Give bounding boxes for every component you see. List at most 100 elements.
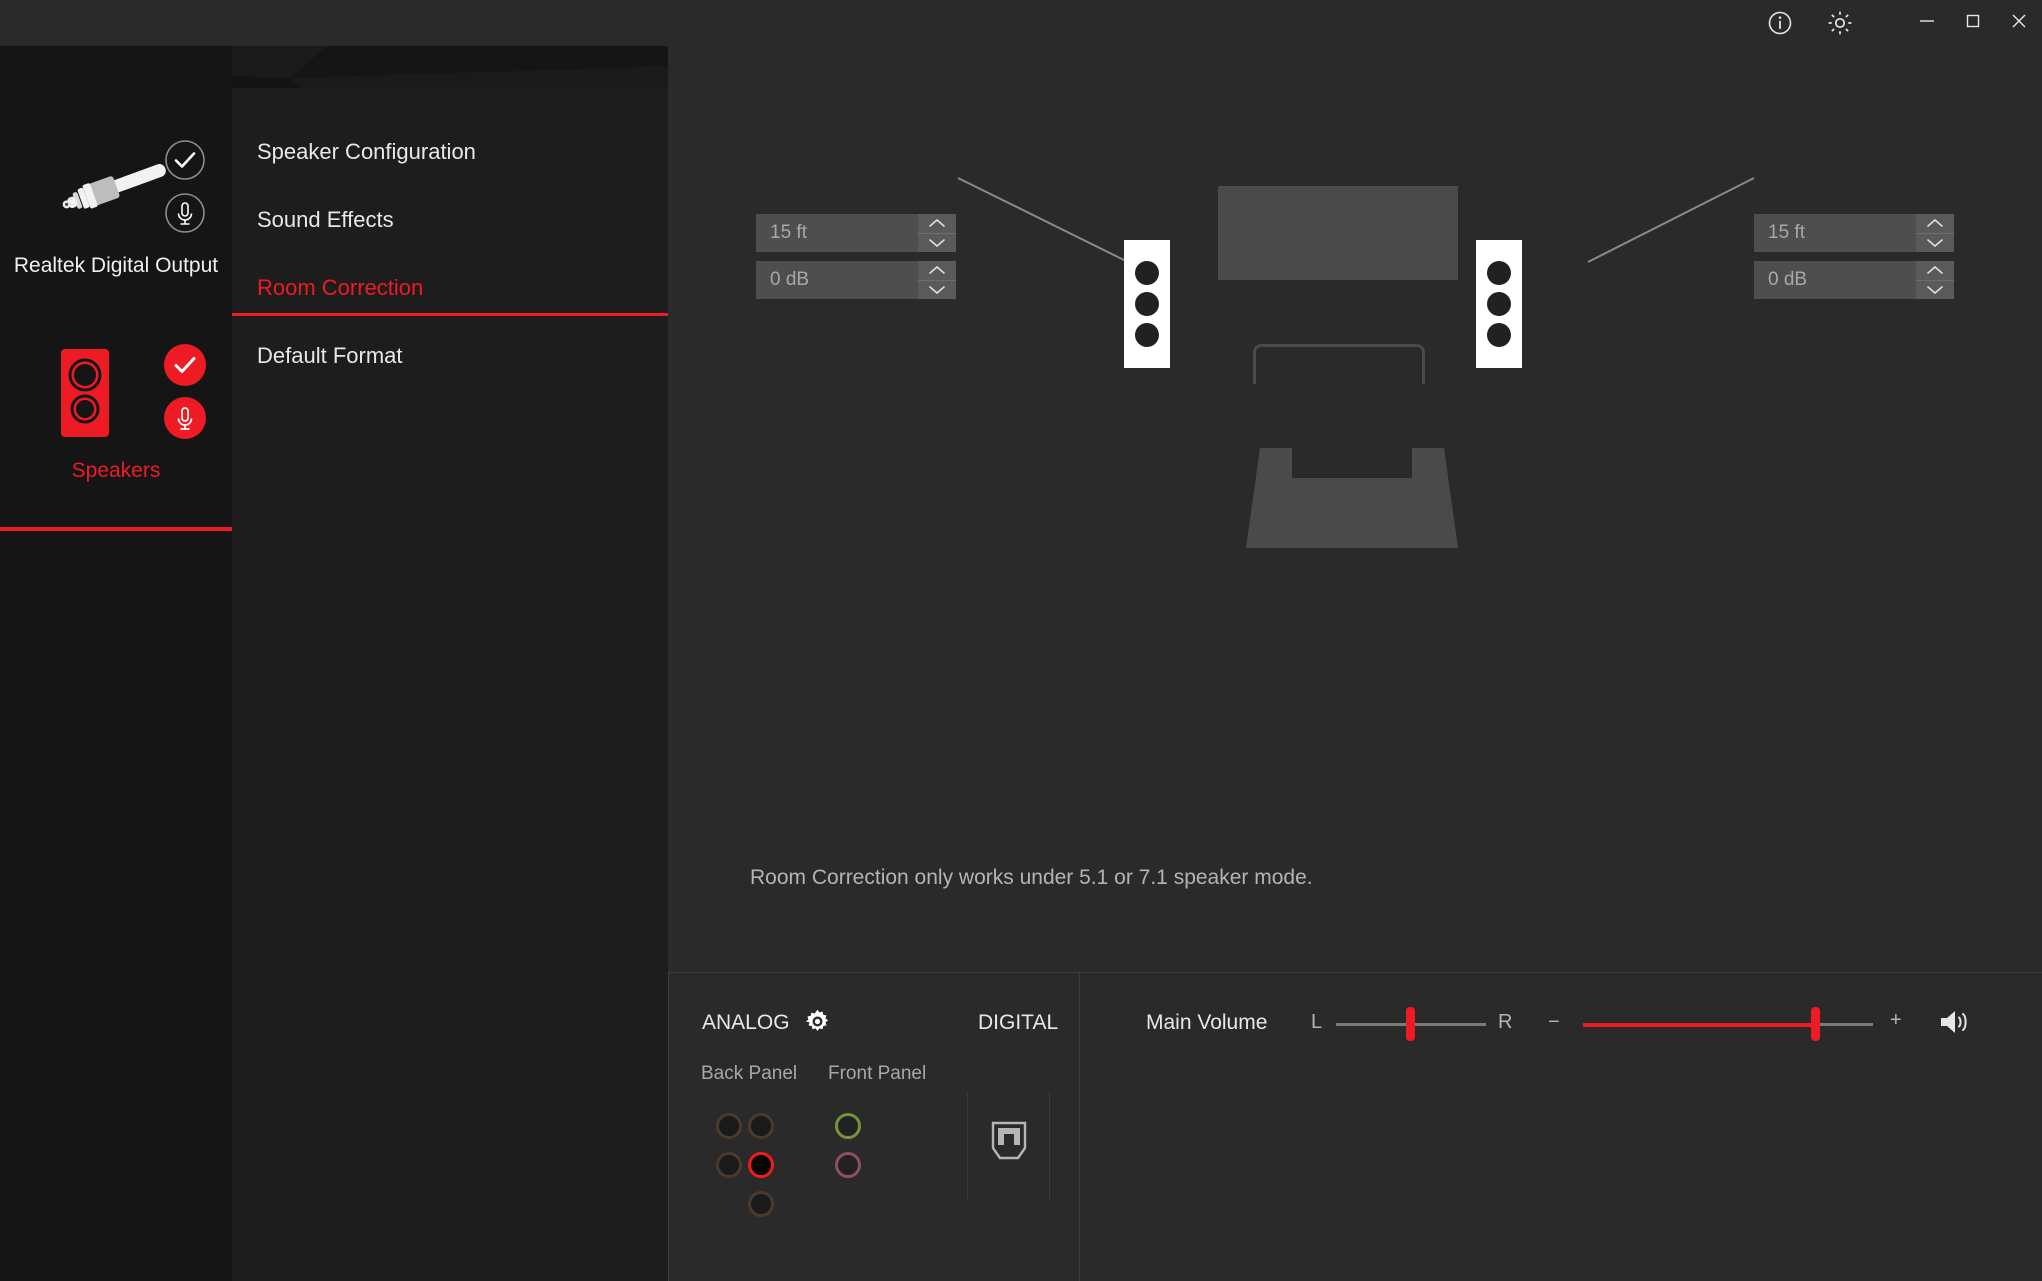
room-correction-note: Room Correction only works under 5.1 or … (750, 866, 1313, 889)
back-panel-label: Back Panel (701, 1063, 798, 1084)
nav-item-label: Room Correction (257, 275, 424, 300)
right-gain-spinbox[interactable]: 0 dB (1754, 261, 1954, 299)
front-jack-green[interactable] (835, 1113, 861, 1139)
nav-item-speaker-configuration[interactable]: Speaker Configuration (232, 118, 668, 186)
back-jack-1[interactable] (716, 1113, 742, 1139)
television-icon (1218, 186, 1458, 280)
nav-item-label: Default Format (257, 343, 403, 368)
driver (1487, 261, 1511, 285)
speaker-box-icon (53, 345, 117, 446)
right-distance-steppers (1916, 214, 1954, 252)
chevron-down-icon[interactable] (1916, 234, 1954, 253)
speakers-badges (164, 344, 206, 444)
sidebar-device-digital-output[interactable]: Realtek Digital Output (0, 135, 232, 279)
speaker-tower-icon-right[interactable] (1476, 240, 1522, 368)
microphone-icon[interactable] (164, 192, 206, 239)
chevron-down-icon[interactable] (918, 234, 956, 253)
chevron-up-icon[interactable] (918, 214, 956, 234)
sidebar-device-speakers[interactable]: Speakers (0, 340, 232, 484)
volume-plus-label[interactable]: + (1890, 1009, 1902, 1032)
digital-output-icon-group (0, 135, 232, 245)
volume-slider-thumb[interactable] (1811, 1007, 1820, 1041)
maximize-button[interactable] (1950, 0, 1996, 46)
nav-item-label: Sound Effects (257, 207, 394, 232)
left-gain-value: 0 dB (770, 269, 810, 290)
device-sidebar: Realtek Digital Output Speakers (0, 0, 232, 1281)
room-correction-panel: 15 ft 0 dB 15 ft 0 dB Room Correction on… (668, 46, 2042, 972)
check-icon[interactable] (164, 139, 206, 186)
digital-rail-right (1049, 1091, 1050, 1201)
digital-output-badges (164, 139, 206, 239)
gear-icon (1826, 9, 1854, 37)
volume-speaker-button[interactable] (1938, 1007, 1972, 1042)
sidebar-device-label: Realtek Digital Output (13, 254, 219, 277)
couch-icon (1246, 448, 1458, 548)
sidebar-device-label: Speakers (71, 459, 161, 482)
left-gain-spinbox[interactable]: 0 dB (756, 261, 956, 299)
back-jack-3[interactable] (716, 1152, 742, 1178)
volume-speaker-icon (1938, 1011, 1972, 1041)
optical-audio-plug-icon (51, 142, 181, 239)
table-icon (1253, 344, 1425, 384)
chevron-down-icon[interactable] (918, 281, 956, 300)
analog-digital-divider (1079, 973, 1080, 1281)
driver (1135, 292, 1159, 316)
info-button[interactable] (1750, 0, 1810, 46)
balance-left-label: L (1311, 1011, 1323, 1033)
app-window: Realtek Digital Output Speakers Speaker … (0, 0, 2042, 1281)
driver (1135, 323, 1159, 347)
sidebar-selection-underline (0, 527, 232, 531)
right-distance-value: 15 ft (1768, 222, 1805, 243)
speakers-icon-group (0, 340, 232, 450)
analog-settings-button[interactable] (804, 1008, 831, 1040)
driver (1135, 261, 1159, 285)
nav-item-room-correction[interactable]: Room Correction (232, 254, 668, 322)
back-jack-4[interactable] (748, 1152, 774, 1178)
left-distance-spinbox[interactable]: 15 ft (756, 214, 956, 252)
nav-item-sound-effects[interactable]: Sound Effects (232, 186, 668, 254)
settings-button[interactable] (1810, 0, 1870, 46)
microphone-icon[interactable] (164, 397, 206, 444)
section-nav: Speaker Configuration Sound Effects Room… (232, 88, 668, 1281)
gear-icon (804, 1009, 831, 1039)
nav-item-label: Speaker Configuration (257, 139, 476, 164)
right-gain-value: 0 dB (1768, 269, 1808, 290)
left-gain-steppers (918, 261, 956, 299)
volume-slider-fill (1583, 1023, 1815, 1027)
minimize-icon (1915, 9, 1939, 38)
main-volume-label: Main Volume (1146, 1011, 1268, 1034)
right-distance-spinbox[interactable]: 15 ft (1754, 214, 1954, 252)
chevron-down-icon[interactable] (1916, 281, 1954, 300)
analog-title: ANALOG (702, 1011, 790, 1034)
front-panel-label: Front Panel (828, 1063, 927, 1084)
driver (1487, 292, 1511, 316)
minimize-button[interactable] (1904, 0, 1950, 46)
front-jack-pink[interactable] (835, 1152, 861, 1178)
room-diagram: 15 ft 0 dB 15 ft 0 dB Room Correction on… (668, 46, 2042, 972)
left-distance-value: 15 ft (770, 222, 807, 243)
close-icon (2007, 9, 2031, 38)
chevron-up-icon[interactable] (918, 261, 956, 281)
chevron-up-icon[interactable] (1916, 261, 1954, 281)
bottom-bar-left-divider (668, 973, 669, 1281)
driver (1487, 323, 1511, 347)
balance-slider-thumb[interactable] (1406, 1007, 1415, 1041)
title-bar (0, 0, 2042, 46)
volume-minus-label[interactable]: − (1548, 1011, 1560, 1034)
check-icon[interactable] (164, 344, 206, 391)
close-button[interactable] (1996, 0, 2042, 46)
digital-rail-left (967, 1091, 968, 1201)
left-distance-steppers (918, 214, 956, 252)
maximize-icon (1961, 9, 1985, 38)
nav-item-default-format[interactable]: Default Format (232, 322, 668, 390)
info-circle-icon (1767, 10, 1793, 36)
speaker-tower-icon-left[interactable] (1124, 240, 1170, 368)
bottom-bar: ANALOG Back Panel Front Panel DIGITAL Ma… (668, 972, 2042, 1281)
window-controls (1750, 0, 2042, 46)
balance-right-label: R (1498, 1011, 1513, 1033)
digital-title: DIGITAL (978, 1011, 1059, 1034)
chevron-up-icon[interactable] (1916, 214, 1954, 234)
back-jack-5[interactable] (748, 1191, 774, 1217)
back-jack-2[interactable] (748, 1113, 774, 1139)
spdif-optical-out-icon[interactable] (990, 1121, 1028, 1166)
